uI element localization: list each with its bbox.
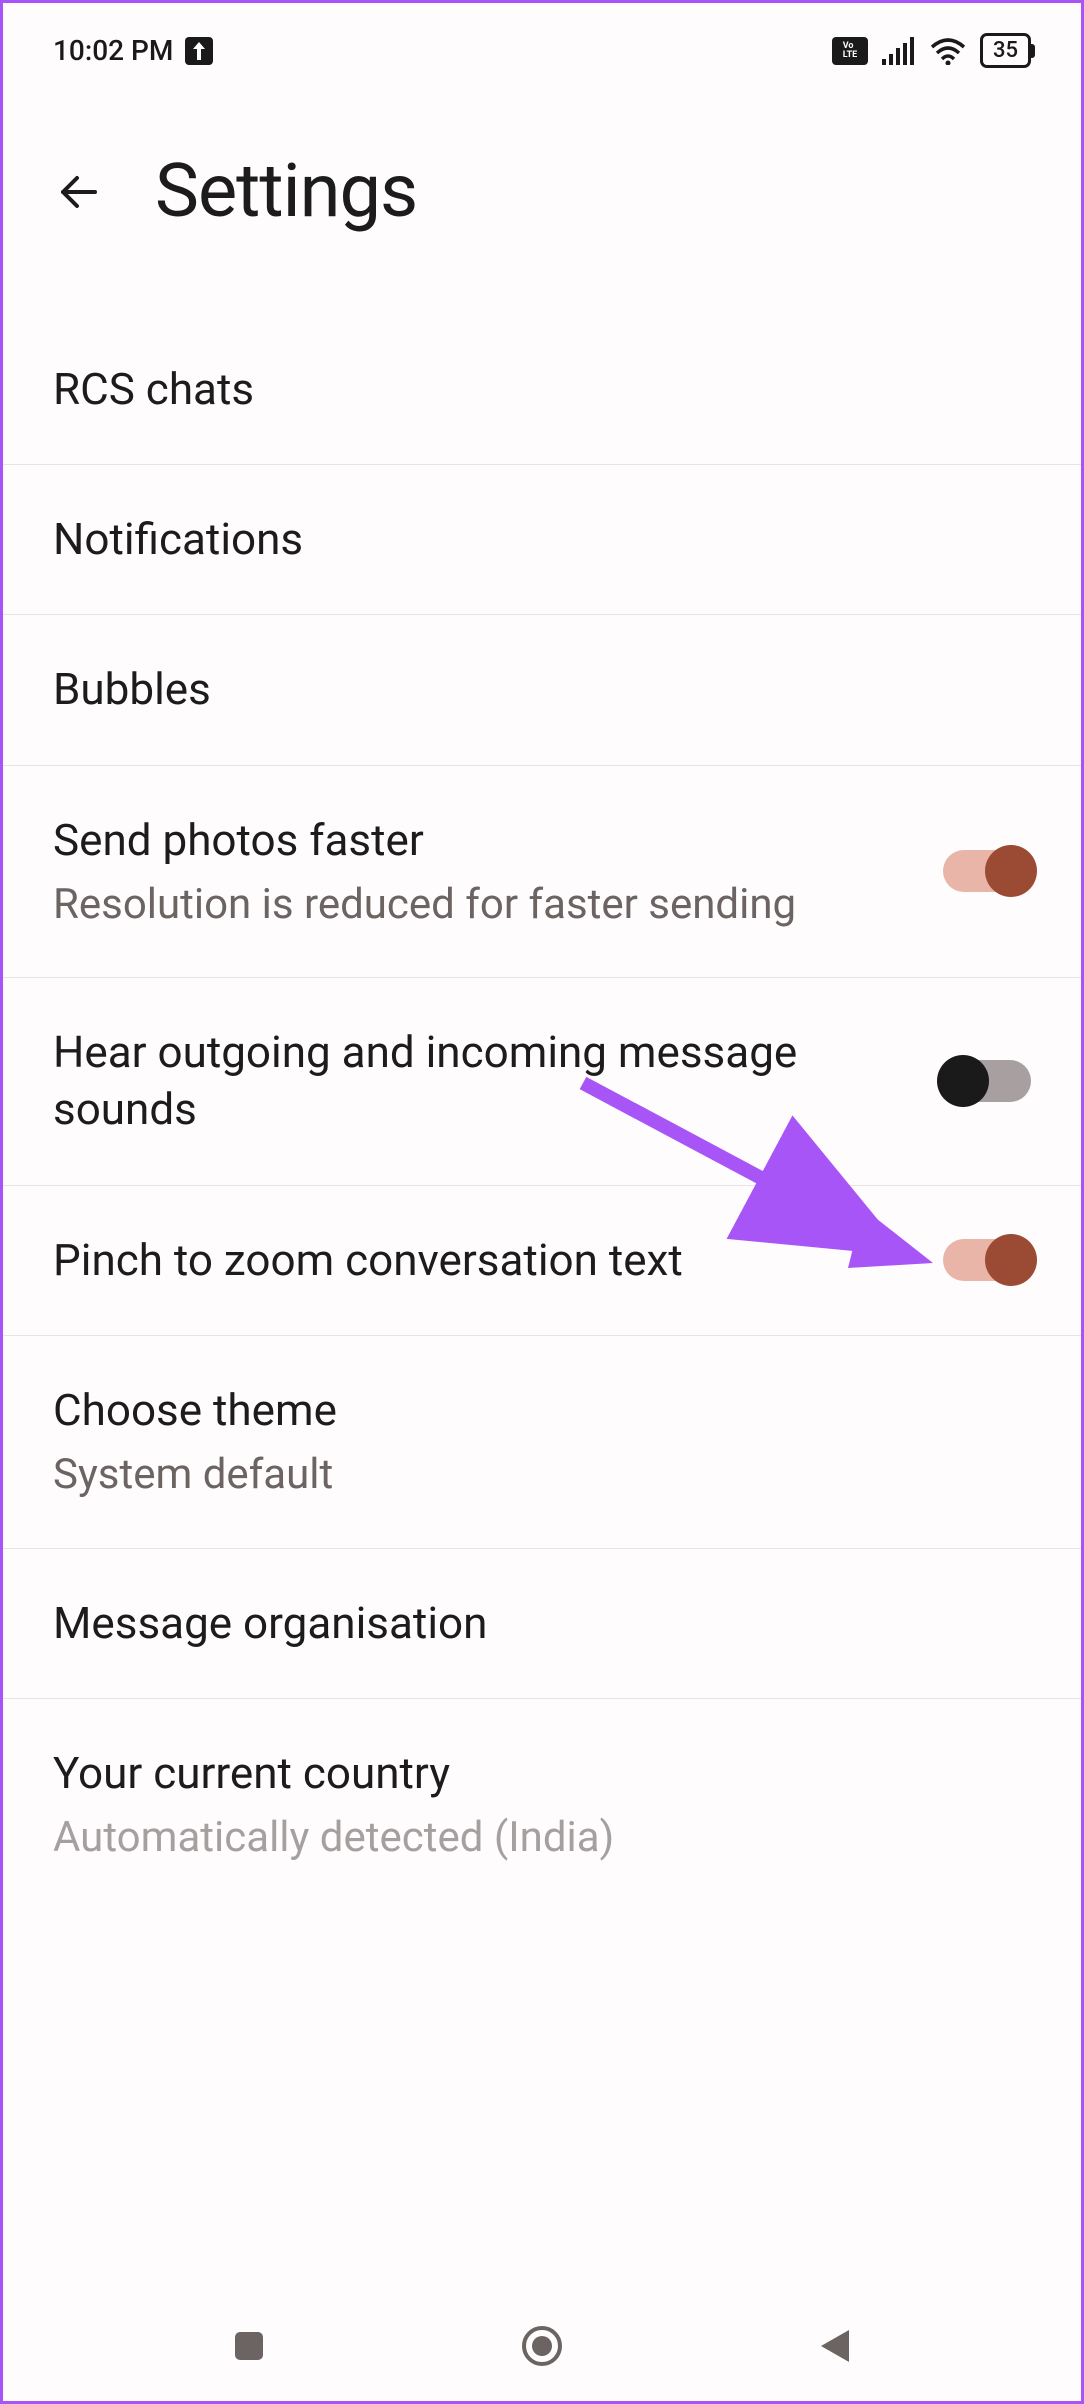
rcs-chats-title: RCS chats	[53, 361, 1001, 418]
nav-recent-button[interactable]	[219, 2316, 279, 2376]
pinch-zoom-title: Pinch to zoom conversation text	[53, 1232, 913, 1289]
navigation-bar	[3, 2291, 1081, 2401]
status-right: VoLTE 35	[832, 33, 1031, 68]
choose-theme-title: Choose theme	[53, 1382, 1001, 1439]
setting-pinch-zoom[interactable]: Pinch to zoom conversation text	[3, 1186, 1081, 1336]
message-sounds-toggle[interactable]	[943, 1060, 1031, 1102]
battery-icon: 35	[980, 33, 1031, 68]
status-left: 10:02 PM	[53, 34, 213, 67]
setting-notifications[interactable]: Notifications	[3, 465, 1081, 615]
send-photos-subtitle: Resolution is reduced for faster sending	[53, 879, 913, 932]
setting-message-org[interactable]: Message organisation	[3, 1549, 1081, 1699]
settings-list: RCS chats Notifications Bubbles Send pho…	[3, 315, 1081, 1910]
signal-icon	[882, 37, 916, 65]
upload-icon	[185, 37, 213, 65]
setting-current-country[interactable]: Your current country Automatically detec…	[3, 1699, 1081, 1911]
nav-home-button[interactable]	[512, 2316, 572, 2376]
message-sounds-title: Hear outgoing and incoming message sound…	[53, 1024, 913, 1138]
choose-theme-subtitle: System default	[53, 1449, 1001, 1502]
wifi-icon	[930, 37, 966, 65]
setting-choose-theme[interactable]: Choose theme System default	[3, 1336, 1081, 1549]
send-photos-title: Send photos faster	[53, 812, 913, 869]
bubbles-title: Bubbles	[53, 661, 1001, 718]
volte-icon: VoLTE	[832, 37, 868, 65]
setting-send-photos[interactable]: Send photos faster Resolution is reduced…	[3, 766, 1081, 979]
setting-message-sounds[interactable]: Hear outgoing and incoming message sound…	[3, 978, 1081, 1185]
page-title: Settings	[155, 148, 417, 235]
pinch-zoom-toggle[interactable]	[943, 1239, 1031, 1281]
back-button[interactable]	[53, 166, 105, 218]
notifications-title: Notifications	[53, 511, 1001, 568]
header: Settings	[3, 88, 1081, 315]
nav-back-button[interactable]	[805, 2316, 865, 2376]
message-org-title: Message organisation	[53, 1595, 1001, 1652]
current-country-title: Your current country	[53, 1745, 1001, 1802]
setting-rcs-chats[interactable]: RCS chats	[3, 315, 1081, 465]
battery-level: 35	[993, 38, 1018, 63]
current-country-subtitle: Automatically detected (India)	[53, 1812, 1001, 1865]
status-bar: 10:02 PM VoLTE	[3, 3, 1081, 88]
setting-bubbles[interactable]: Bubbles	[3, 615, 1081, 765]
status-time: 10:02 PM	[53, 34, 173, 67]
send-photos-toggle[interactable]	[943, 850, 1031, 892]
